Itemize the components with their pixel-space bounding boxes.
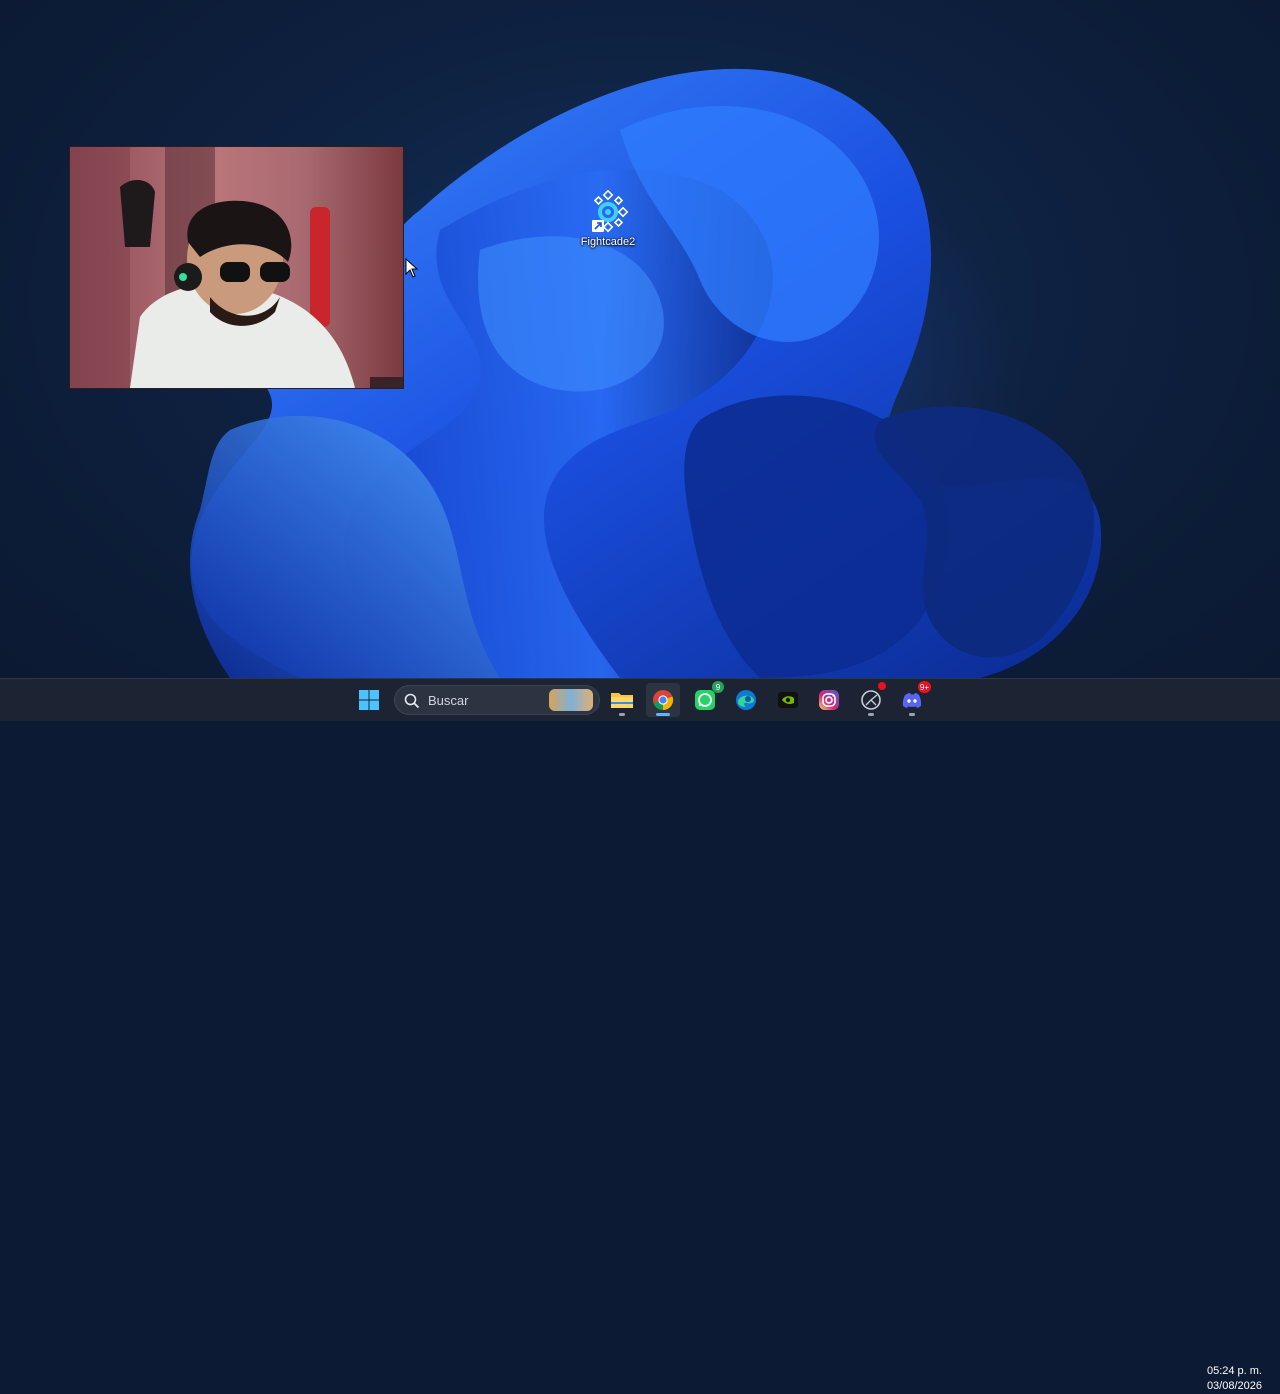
webcam-person-image bbox=[70, 147, 403, 388]
fightcade-icon bbox=[586, 189, 630, 234]
taskbar-search-box[interactable]: Buscar bbox=[394, 685, 600, 715]
notification-badge: 9 bbox=[712, 681, 724, 693]
taskbar-app-whatsapp[interactable]: 9 bbox=[688, 681, 724, 717]
running-indicator bbox=[868, 713, 874, 716]
search-highlight-image bbox=[549, 689, 593, 711]
taskbar-app-chrome[interactable] bbox=[646, 683, 680, 717]
mouse-cursor-icon bbox=[405, 258, 419, 278]
nvidia-icon bbox=[778, 692, 798, 708]
search-icon bbox=[404, 693, 420, 709]
taskbar-app-extra[interactable] bbox=[854, 682, 888, 717]
start-button[interactable] bbox=[352, 683, 386, 717]
taskbar-app-file-explorer[interactable] bbox=[605, 683, 639, 717]
webcam-overlay bbox=[69, 146, 404, 389]
windows-start-icon bbox=[359, 690, 379, 710]
active-indicator bbox=[656, 713, 670, 716]
edge-icon bbox=[736, 690, 756, 710]
instagram-icon bbox=[819, 690, 839, 710]
taskbar-app-nvidia[interactable] bbox=[771, 683, 805, 717]
taskbar-app-edge[interactable] bbox=[729, 683, 763, 717]
desktop: Fightcade2 bbox=[0, 0, 1280, 678]
taskbar: 9 9+ 05:24 p. m. 03/08/2026 bbox=[0, 678, 1280, 1392]
notification-dot bbox=[878, 682, 886, 690]
desktop-icon-fightcade2[interactable]: Fightcade2 bbox=[572, 189, 644, 260]
running-indicator bbox=[909, 713, 915, 716]
running-indicator bbox=[619, 713, 625, 716]
system-clock[interactable]: 05:24 p. m. 03/08/2026 bbox=[1207, 1364, 1262, 1394]
taskbar-app-instagram[interactable] bbox=[812, 683, 846, 717]
clock-date: 03/08/2026 bbox=[1206, 1380, 1262, 1392]
discord-icon bbox=[902, 693, 922, 708]
folder-icon bbox=[611, 693, 633, 708]
whatsapp-icon bbox=[695, 690, 715, 710]
search-placeholder: Buscar bbox=[428, 693, 469, 708]
taskbar-app-discord[interactable]: 9+ bbox=[895, 681, 931, 717]
notification-badge: 9+ bbox=[917, 681, 931, 693]
desktop-icon-label: Fightcade2 bbox=[580, 236, 636, 248]
chrome-icon bbox=[653, 690, 674, 711]
clock-time: 05:24 p. m. bbox=[1206, 1365, 1262, 1377]
app-icon bbox=[861, 690, 881, 710]
